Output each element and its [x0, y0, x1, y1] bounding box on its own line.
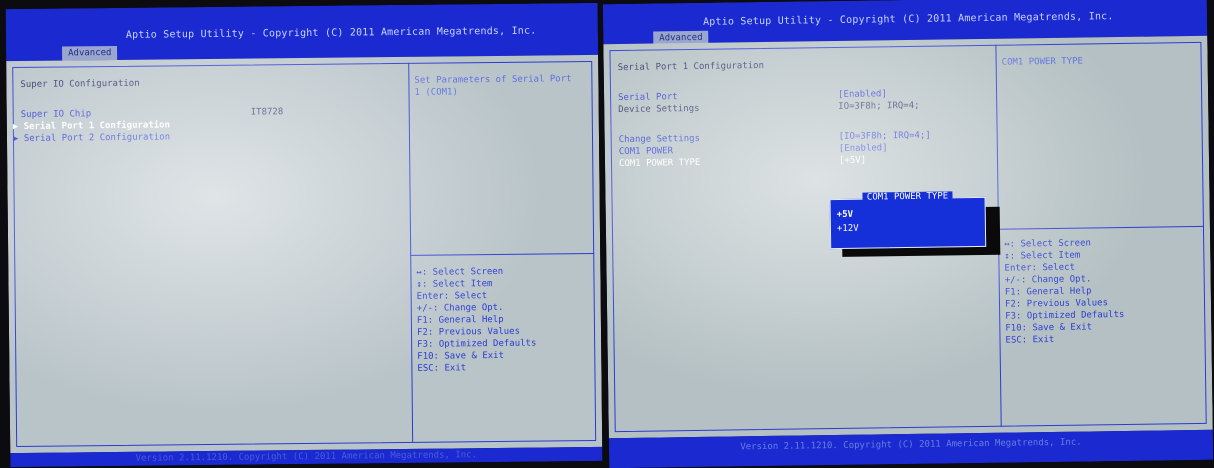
- key-hint: F3: Optimized Defaults: [1005, 309, 1125, 322]
- key-hint: ↔: Select Screen: [416, 266, 504, 278]
- help-text-line1: Set Parameters of Serial Port: [414, 74, 572, 86]
- super-io-chip-value: IT8728: [250, 107, 284, 118]
- serial-port-2-item[interactable]: ▶ Serial Port 2 Configuration: [13, 131, 170, 145]
- com1-power-value[interactable]: [Enabled]: [839, 142, 888, 155]
- change-settings-label[interactable]: Change Settings: [619, 133, 700, 146]
- serial-port-value[interactable]: [Enabled]: [838, 88, 887, 101]
- popup-title: COM1 POWER TYPE: [830, 191, 984, 203]
- key-hint: F10: Save & Exit: [417, 350, 505, 362]
- help-text-line2: 1 (COM1): [414, 87, 458, 98]
- version-footer: Version 2.11.1210. Copyright (C) 2011 Am…: [135, 450, 478, 464]
- com1-power-type-label[interactable]: COM1 POWER TYPE: [619, 157, 700, 170]
- header-bar: Aptio Setup Utility - Copyright (C) 2011…: [5, 2, 599, 62]
- com1-power-type-value[interactable]: [+5V]: [839, 155, 866, 167]
- help-title: COM1 POWER TYPE: [1001, 56, 1083, 68]
- key-hint: ESC: Exit: [1005, 334, 1055, 346]
- right-bios-screen: Aptio Setup Utility - Copyright (C) 2011…: [602, 0, 1214, 468]
- content-area: Super IO Configuration Super IO Chip IT8…: [6, 54, 603, 454]
- key-hint: F10: Save & Exit: [1005, 322, 1093, 334]
- page-title: Super IO Configuration: [20, 78, 140, 90]
- option-12v[interactable]: +12V: [837, 224, 859, 234]
- left-bios-screen: Aptio Setup Utility - Copyright (C) 2011…: [5, 2, 603, 468]
- com1-power-type-popup: COM1 POWER TYPE +5V +12V: [829, 191, 987, 250]
- key-hint: ↕: Select Item: [416, 279, 493, 290]
- key-hint: ESC: Exit: [417, 363, 467, 374]
- content-area: Serial Port 1 Configuration Serial Port …: [603, 35, 1213, 439]
- page-title: Serial Port 1 Configuration: [617, 60, 765, 74]
- super-io-chip-label: Super IO Chip: [20, 109, 92, 120]
- key-hint: F2: Previous Values: [416, 326, 521, 338]
- serial-port-label[interactable]: Serial Port: [618, 91, 678, 104]
- utility-title: Aptio Setup Utility - Copyright (C) 2011…: [125, 25, 537, 41]
- utility-title: Aptio Setup Utility - Copyright (C) 2011…: [702, 11, 1114, 28]
- change-settings-value[interactable]: [IO=3F8h; IRQ=4;]: [839, 130, 931, 143]
- device-settings-label: Device Settings: [618, 103, 700, 116]
- tab-advanced[interactable]: Advanced: [62, 45, 118, 61]
- key-hint: F3: Optimized Defaults: [417, 338, 537, 350]
- key-hint: F1: General Help: [416, 314, 504, 326]
- key-hint: Enter: Select: [416, 291, 488, 302]
- key-hint: ↕: Select Item: [1004, 250, 1081, 262]
- version-footer: Version 2.11.1210. Copyright (C) 2011 Am…: [740, 437, 1082, 453]
- key-hint: Enter: Select: [1004, 262, 1076, 274]
- key-hint: +/-: Change Opt.: [416, 302, 504, 314]
- option-5v[interactable]: +5V: [837, 210, 853, 220]
- serial-port-1-label: Serial Port 1 Configuration: [23, 120, 171, 132]
- com1-power-label[interactable]: COM1 POWER: [619, 145, 673, 158]
- serial-port-2-label: Serial Port 2 Configuration: [23, 132, 171, 144]
- device-settings-value: IO=3F8h; IRQ=4;: [838, 100, 920, 112]
